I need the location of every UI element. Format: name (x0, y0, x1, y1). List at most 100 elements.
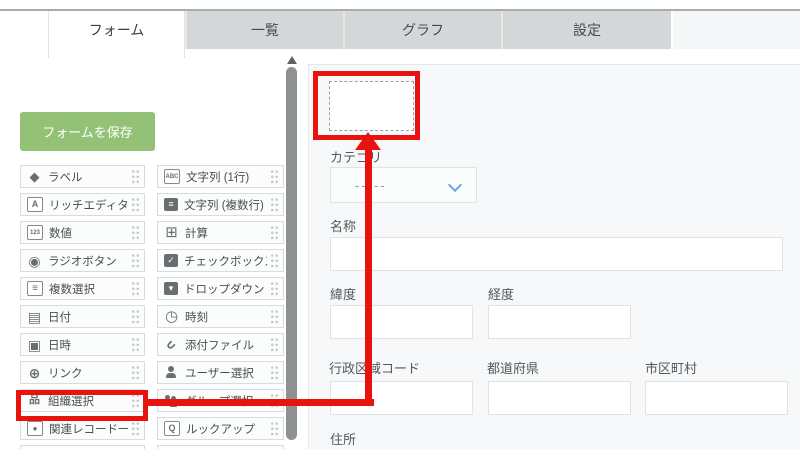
palette-item-label[interactable]: ◆ ラベル (20, 165, 145, 188)
longitude-field-label: 経度 (488, 284, 514, 303)
category-dropdown-value: ----- (355, 178, 387, 193)
drag-handle-icon[interactable] (131, 393, 140, 409)
drag-handle-icon[interactable] (131, 421, 140, 437)
calculator-icon: ⊞ (164, 225, 179, 240)
related-records-icon: ● (27, 421, 43, 436)
drag-handle-icon[interactable] (131, 169, 140, 185)
multi-select-icon: ≡ (27, 281, 43, 296)
tab-list[interactable]: 一覧 (185, 11, 343, 49)
palette-item-checkbox[interactable]: ✓ チェックボックス (157, 249, 284, 272)
tab-bar: フォーム 一覧 グラフ 設定 (48, 11, 671, 49)
field-palette-grid: ◆ ラベル A リッチエディター 123 数値 ◉ ラジオボタン ≡ 複 (20, 165, 284, 449)
save-form-button[interactable]: フォームを保存 (20, 112, 155, 151)
palette-item-label-text: ユーザー選択 (185, 365, 267, 381)
drag-handle-icon[interactable] (270, 365, 279, 381)
admin-code-input[interactable] (330, 381, 473, 415)
address-field-label: 住所 (330, 429, 356, 448)
prefecture-input[interactable] (488, 381, 631, 415)
palette-item-label-text: 数値 (49, 225, 128, 241)
space-element-placeholder[interactable] (329, 81, 414, 131)
drag-handle-icon[interactable] (270, 169, 279, 185)
palette-item-related-records[interactable]: ● 関連レコード一覧 (20, 417, 145, 440)
calendar-datetime-icon: ▣ (27, 337, 42, 352)
palette-item-org-select[interactable]: 品 組織選択 (20, 389, 145, 412)
tab-graph[interactable]: グラフ (343, 11, 501, 49)
palette-item-datetime[interactable]: ▣ 日時 (20, 333, 145, 356)
paperclip-icon: ∪ (161, 334, 182, 355)
palette-item-label-text: 文字列 (1行) (186, 169, 267, 185)
palette-item-label-text: 関連レコード一覧 (49, 421, 128, 437)
city-input[interactable] (645, 381, 788, 415)
palette-item-number[interactable]: 123 数値 (20, 221, 145, 244)
prefecture-field-label: 都道府県 (487, 358, 539, 377)
tab-form[interactable]: フォーム (48, 11, 185, 58)
user-icon (164, 365, 179, 380)
drag-handle-icon[interactable] (270, 253, 279, 269)
palette-item-attachment[interactable]: ∪ 添付ファイル (157, 333, 284, 356)
drag-handle-icon[interactable] (270, 197, 279, 213)
admin-code-field-label: 行政区域コード (329, 358, 420, 377)
drag-handle-icon[interactable] (270, 309, 279, 325)
palette-item-space[interactable]: ␣ スペース (20, 445, 145, 449)
longitude-input[interactable] (488, 305, 631, 339)
palette-item-text-multi[interactable]: ≡ 文字列 (複数行) (157, 193, 284, 216)
palette-item-text-single[interactable]: ABC 文字列 (1行) (157, 165, 284, 188)
drag-handle-icon[interactable] (270, 225, 279, 241)
lookup-magnifier-icon: Q (164, 421, 180, 436)
palette-item-label-text: リンク (48, 365, 128, 381)
latitude-input[interactable] (330, 305, 473, 339)
category-dropdown[interactable]: ----- (330, 167, 477, 203)
city-field-label: 市区町村 (645, 358, 697, 377)
kintone-form-editor: フォーム 一覧 グラフ 設定 フォームを保存 ◆ ラベル A リッチエディター … (0, 0, 800, 449)
drag-handle-icon[interactable] (131, 309, 140, 325)
drag-handle-icon[interactable] (131, 281, 140, 297)
drag-handle-icon[interactable] (131, 197, 140, 213)
drag-handle-icon[interactable] (270, 337, 279, 353)
palette-item-label-text: グループ選択 (185, 393, 267, 409)
palette-item-link[interactable]: ⊕ リンク (20, 361, 145, 384)
drag-handle-icon[interactable] (131, 337, 140, 353)
calendar-date-icon: ▤ (27, 309, 42, 324)
palette-item-label-text: ラベル (48, 169, 128, 185)
palette-item-label-text: 時刻 (185, 309, 267, 325)
palette-item-label-text: 日時 (48, 337, 128, 353)
drag-handle-icon[interactable] (270, 421, 279, 437)
drag-handle-icon[interactable] (131, 365, 140, 381)
palette-item-time[interactable]: ◷ 時刻 (157, 305, 284, 328)
latitude-field-label: 緯度 (330, 284, 356, 303)
users-icon (164, 393, 179, 408)
clock-icon: ◷ (164, 309, 179, 324)
text-multi-line-icon: ≡ (164, 198, 178, 211)
palette-scrollbar-thumb[interactable] (286, 67, 297, 440)
palette-item-date[interactable]: ▤ 日付 (20, 305, 145, 328)
palette-item-label-text: 添付ファイル (185, 337, 267, 353)
palette-item-label-text: ルックアップ (186, 421, 267, 437)
field-palette-panel: フォームを保存 ◆ ラベル A リッチエディター 123 数値 ◉ ラジオボタン (0, 49, 300, 449)
palette-item-label-text: 計算 (185, 225, 267, 241)
tab-settings[interactable]: 設定 (501, 11, 671, 49)
palette-item-lookup[interactable]: Q ルックアップ (157, 417, 284, 440)
radio-button-icon: ◉ (27, 253, 42, 268)
palette-item-label-text: リッチエディター (49, 197, 128, 213)
chevron-down-icon (448, 178, 462, 192)
drag-handle-icon[interactable] (131, 225, 140, 241)
palette-item-multi-select[interactable]: ≡ 複数選択 (20, 277, 145, 300)
drag-handle-icon[interactable] (270, 281, 279, 297)
tag-icon: ◆ (27, 169, 42, 184)
drag-handle-icon[interactable] (131, 253, 140, 269)
palette-item-user-select[interactable]: ユーザー選択 (157, 361, 284, 384)
palette-item-label-text: チェックボックス (184, 253, 267, 269)
scroll-up-arrow-icon[interactable] (287, 56, 297, 64)
palette-item-dropdown[interactable]: ▾ ドロップダウン (157, 277, 284, 300)
palette-item-label-text: 日付 (48, 309, 128, 325)
palette-item-group-select[interactable]: グループ選択 (157, 389, 284, 412)
palette-item-border-line[interactable]: ▭ 罫線 (157, 445, 284, 449)
palette-item-label-text: ラジオボタン (48, 253, 128, 269)
palette-item-label-text: 複数選択 (49, 281, 128, 297)
drag-handle-icon[interactable] (270, 393, 279, 409)
palette-item-rich-editor[interactable]: A リッチエディター (20, 193, 145, 216)
name-input[interactable] (330, 237, 783, 271)
palette-item-calc[interactable]: ⊞ 計算 (157, 221, 284, 244)
palette-item-radio-button[interactable]: ◉ ラジオボタン (20, 249, 145, 272)
number-icon: 123 (27, 225, 43, 240)
